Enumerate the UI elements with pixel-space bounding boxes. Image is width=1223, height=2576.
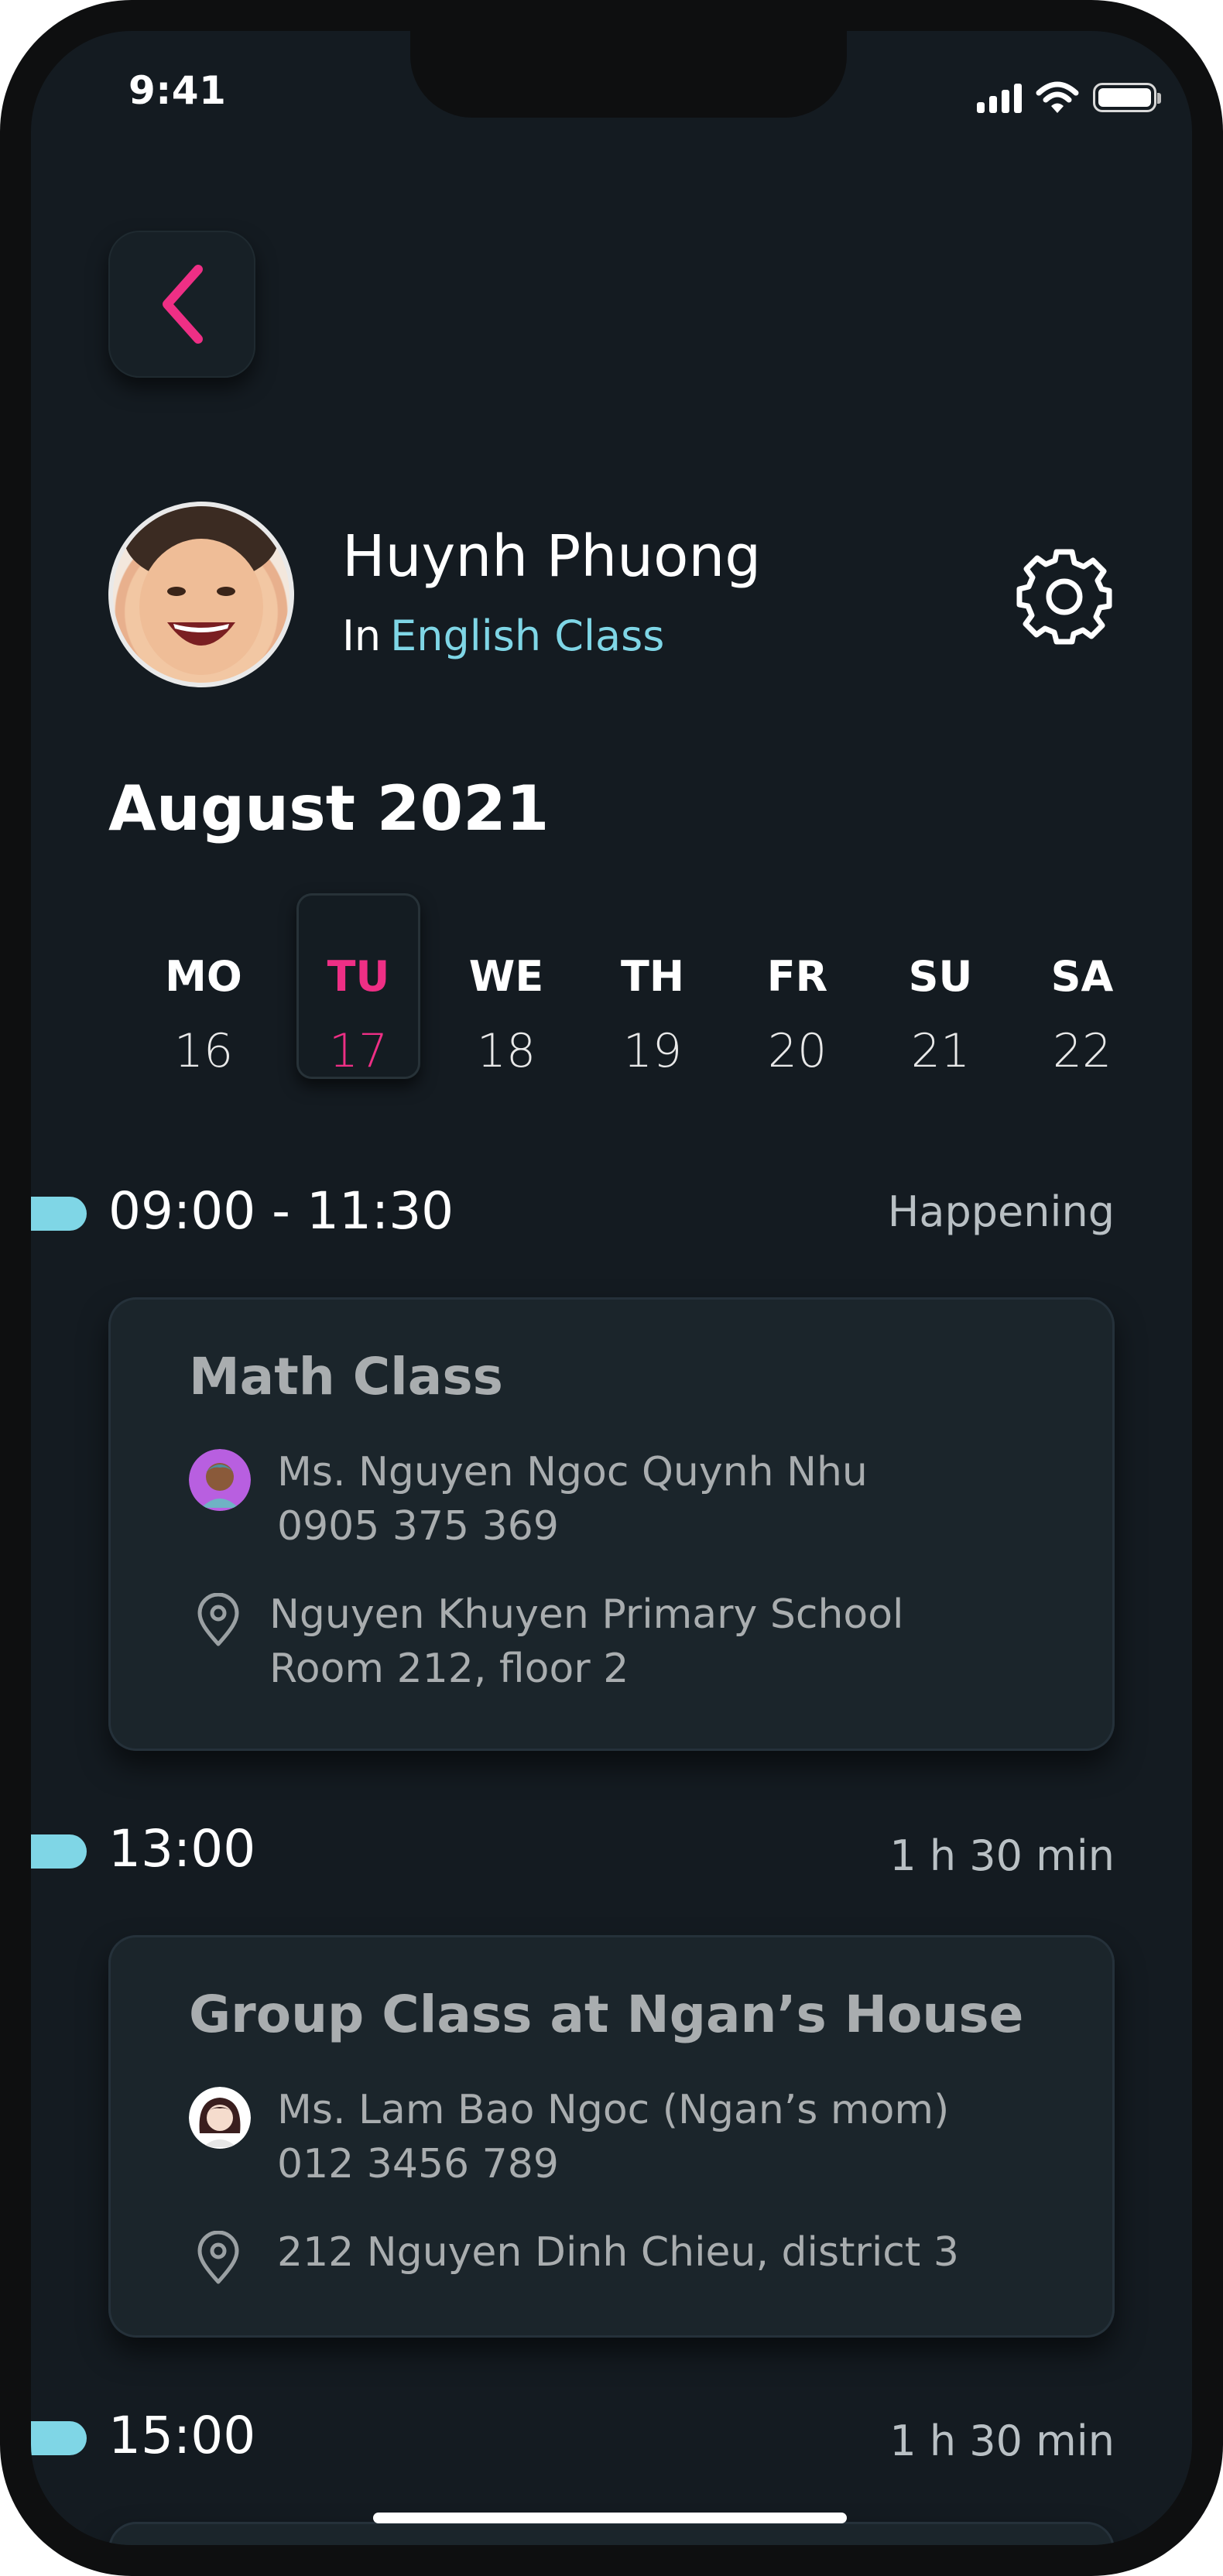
teacher-phone[interactable]: 0905 375 369 [277,1503,559,1550]
location-address: 212 Nguyen Dinh Chieu, district 3 [277,2229,959,2276]
location-pin-icon [197,2231,239,2284]
day-name: TH [620,952,685,1001]
day-mo[interactable]: MO 16 [142,893,265,1079]
day-date: 22 [1052,1024,1112,1078]
back-chevron-icon [163,265,203,344]
slot-duration: 1 h 30 min [889,2417,1115,2465]
location-name: Nguyen Khuyen Primary School [269,1591,904,1638]
battery-icon [1093,83,1161,112]
profile-class: In English Class [342,611,664,660]
home-indicator[interactable] [373,2513,847,2523]
day-name: SU [908,952,973,1001]
avatar[interactable] [108,502,294,687]
class-prefix: In [342,611,382,660]
day-date: 20 [767,1024,827,1078]
phone-frame: 9:41 Huynh Phuong In English Class Augus… [0,0,1223,2576]
class-card-partial[interactable] [108,2522,1115,2545]
week-strip: MO 16 TU 17 WE 18 TH 19 FR 20 SU 21 SA 2… [108,893,1130,1094]
slot-time: 15:00 [108,2406,256,2465]
class-card-math[interactable]: Math Class Ms. Nguyen Ngoc Quynh Nhu 090… [108,1297,1115,1751]
slot-marker [31,1834,87,1869]
day-fr[interactable]: FR 20 [735,893,859,1079]
status-icons [977,80,1161,115]
day-name: MO [165,952,242,1001]
class-card-group[interactable]: Group Class at Ngan’s House Ms. Lam Bao … [108,1935,1115,2338]
location-pin-icon [197,1593,239,1646]
day-date: 19 [622,1024,683,1078]
day-su[interactable]: SU 21 [879,893,1002,1079]
signal-icon [977,82,1022,113]
slot-marker [31,2421,87,2455]
day-tu-selected[interactable]: TU 17 [296,893,420,1079]
card-title: Math Class [189,1347,503,1406]
back-button[interactable] [108,231,255,378]
location-room: Room 212, floor 2 [269,1646,629,1692]
slot-time: 09:00 - 11:30 [108,1181,454,1241]
teacher-avatar-icon [189,2087,251,2149]
day-date: 21 [910,1024,971,1078]
day-we[interactable]: WE 18 [444,893,568,1079]
teacher-name: Ms. Lam Bao Ngoc (Ngan’s mom) [277,2087,950,2133]
slot-time: 13:00 [108,1819,256,1879]
day-date: 18 [476,1024,536,1078]
day-date: 17 [328,1024,389,1078]
day-name: FR [766,952,828,1001]
card-title: Group Class at Ngan’s House [189,1985,1024,2044]
teacher-avatar-icon [189,1449,251,1511]
month-label: August 2021 [108,772,550,844]
wifi-icon [1036,81,1079,113]
teacher-name: Ms. Nguyen Ngoc Quynh Nhu [277,1449,868,1495]
day-sa[interactable]: SA 22 [1020,893,1144,1079]
day-name: WE [468,952,544,1001]
day-name: TU [327,952,390,1001]
slot-status: Happening [887,1187,1115,1236]
day-date: 16 [173,1024,234,1078]
status-time: 9:41 [128,68,227,113]
slot-duration: 1 h 30 min [889,1831,1115,1880]
teacher-phone[interactable]: 012 3456 789 [277,2141,559,2187]
day-th[interactable]: TH 19 [591,893,714,1079]
profile-name: Huynh Phuong [342,523,762,590]
slot-marker [31,1197,87,1231]
day-name: SA [1050,952,1114,1001]
notch [410,31,847,118]
gear-icon[interactable] [1014,546,1115,647]
class-link[interactable]: English Class [390,611,664,660]
screen: 9:41 Huynh Phuong In English Class Augus… [31,31,1192,2545]
